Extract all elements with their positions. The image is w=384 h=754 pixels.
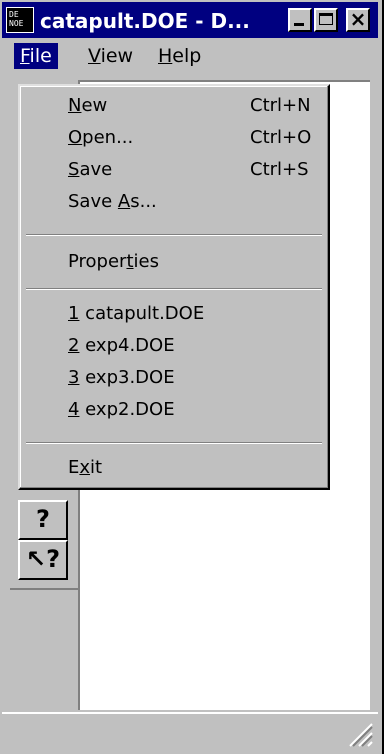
toolbar-divider xyxy=(10,588,78,590)
app-icon[interactable]: DE NOE xyxy=(6,7,34,33)
new-mnemonic: N xyxy=(68,95,82,116)
menu-item-exit[interactable]: Exit xyxy=(68,456,102,480)
help-tool-button[interactable]: ? xyxy=(18,500,68,540)
shortcut-open: Ctrl+O xyxy=(250,127,312,148)
recent-4-mnemonic: 4 xyxy=(68,399,80,420)
menu-separator xyxy=(26,288,322,290)
menu-view-label: iew xyxy=(100,45,134,67)
window-title: catapult.DOE - D... xyxy=(40,9,250,33)
menu-item-new[interactable]: New xyxy=(68,94,107,118)
menu-separator xyxy=(26,234,322,236)
application-window: DE NOE catapult.DOE - D... × File View He… xyxy=(0,0,384,754)
open-label: pen... xyxy=(82,127,134,148)
menu-help[interactable]: Help xyxy=(152,43,207,69)
shortcut-save: Ctrl+S xyxy=(250,159,309,180)
pointer-question-icon: ↖? xyxy=(25,545,61,573)
menu-file-mnemonic: F xyxy=(20,45,30,67)
minimize-icon xyxy=(294,23,304,26)
menu-item-save[interactable]: Save xyxy=(68,158,112,182)
menu-item-recent-4[interactable]: 4 exp2.DOE xyxy=(68,398,175,422)
properties-mnemonic: t xyxy=(126,251,134,272)
recent-2-label: exp4.DOE xyxy=(79,335,175,356)
shortcut-new: Ctrl+N xyxy=(250,95,311,116)
exit-label-pre: E xyxy=(68,457,80,478)
save-as-label-pre: Save xyxy=(68,191,118,212)
save-as-label: s... xyxy=(130,191,157,212)
menu-help-label: elp xyxy=(172,45,202,67)
menu-file[interactable]: File xyxy=(14,43,58,69)
resize-grip-icon[interactable] xyxy=(344,718,374,748)
menu-bar: File View Help xyxy=(2,40,378,72)
properties-label-pre: Proper xyxy=(68,251,127,272)
exit-mnemonic: x xyxy=(79,457,91,478)
minimize-button[interactable] xyxy=(288,8,312,32)
menu-view[interactable]: View xyxy=(82,43,139,69)
recent-3-mnemonic: 3 xyxy=(68,367,80,388)
exit-label: it xyxy=(90,457,103,478)
menu-item-recent-1[interactable]: 1 catapult.DOE xyxy=(68,302,204,326)
menu-item-recent-3[interactable]: 3 exp3.DOE xyxy=(68,366,175,390)
menu-file-label: ile xyxy=(29,45,52,67)
save-as-mnemonic: A xyxy=(117,191,131,212)
menu-item-save-as[interactable]: Save As... xyxy=(68,190,157,214)
menu-help-mnemonic: H xyxy=(158,45,173,67)
question-icon: ? xyxy=(36,505,50,533)
maximize-icon xyxy=(319,13,333,25)
close-button[interactable]: × xyxy=(346,7,370,32)
new-label: ew xyxy=(81,95,108,116)
close-icon: × xyxy=(349,7,367,31)
recent-1-label: catapult.DOE xyxy=(79,303,205,324)
menu-item-properties[interactable]: Properties xyxy=(68,250,159,274)
menu-separator xyxy=(26,442,322,444)
status-bar xyxy=(2,712,378,752)
maximize-button[interactable] xyxy=(314,8,338,32)
recent-4-label: exp2.DOE xyxy=(79,399,175,420)
recent-2-mnemonic: 2 xyxy=(68,335,80,356)
menu-item-recent-2[interactable]: 2 exp4.DOE xyxy=(68,334,175,358)
menu-item-open[interactable]: Open... xyxy=(68,126,133,150)
recent-3-label: exp3.DOE xyxy=(79,367,175,388)
save-label: ave xyxy=(79,159,113,180)
title-bar[interactable]: DE NOE catapult.DOE - D... × xyxy=(2,2,378,38)
properties-label: ies xyxy=(133,251,159,272)
menu-view-mnemonic: V xyxy=(88,45,101,67)
save-mnemonic: S xyxy=(68,159,80,180)
file-menu-dropdown: New Ctrl+N Open... Ctrl+O Save Ctrl+S Sa… xyxy=(18,84,330,490)
context-help-button[interactable]: ↖? xyxy=(18,540,68,580)
open-mnemonic: O xyxy=(68,127,83,148)
recent-1-mnemonic: 1 xyxy=(68,303,80,324)
